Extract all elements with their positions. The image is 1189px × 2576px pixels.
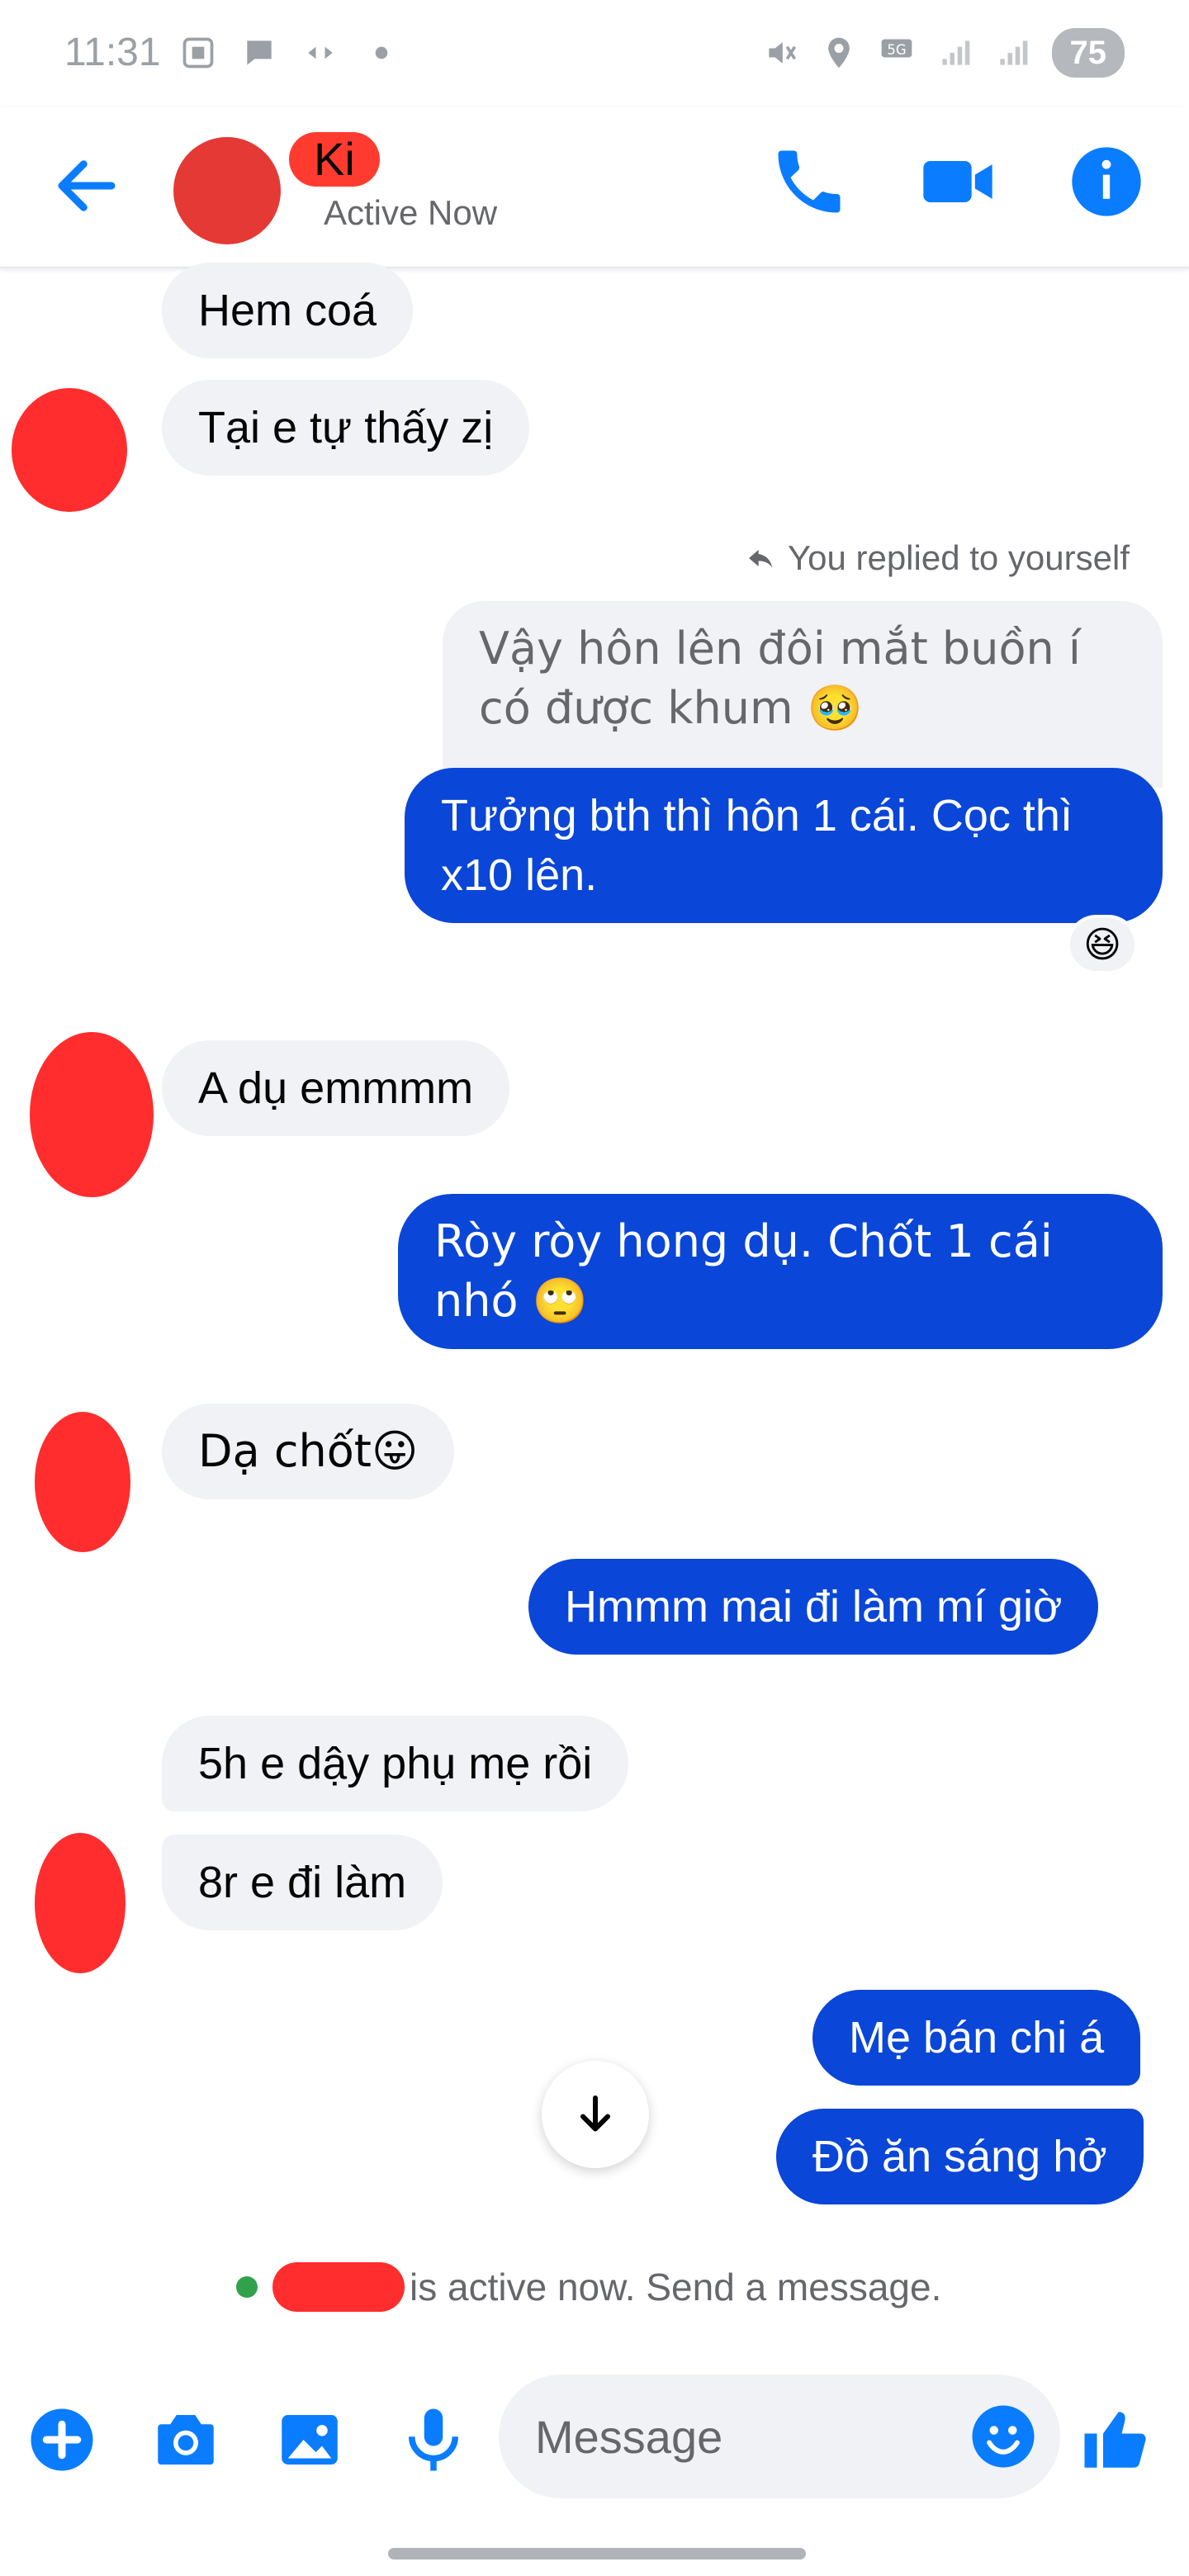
incoming-message[interactable]: Hem coá — [162, 263, 414, 358]
info-icon[interactable] — [1065, 140, 1148, 223]
status-right-icons: 5G 75 — [763, 28, 1125, 78]
location-icon — [827, 37, 850, 69]
status-bar: 11:31 5G 75 — [0, 0, 1189, 107]
active-status: Active Now — [324, 193, 498, 232]
reply-note-text: You replied to yourself — [787, 538, 1130, 577]
camera-icon[interactable] — [149, 2403, 223, 2477]
emoji-picker-icon[interactable] — [966, 2399, 1040, 2474]
battery-indicator: 75 — [1051, 28, 1125, 78]
contact-avatar-small[interactable] — [35, 1412, 130, 1552]
5g-icon: 5G — [881, 39, 912, 58]
outgoing-message-text: Tưởng bth thì hôn 1 cái. Cọc thì x10 lên… — [441, 791, 1073, 900]
signal-2-icon — [999, 40, 1027, 65]
redacted-name — [272, 2262, 405, 2312]
outgoing-message[interactable]: Mẹ bán chi á — [812, 1990, 1141, 2086]
contact-avatar-small[interactable] — [12, 388, 127, 512]
add-icon[interactable] — [25, 2403, 99, 2477]
chat-header: Ki Active Now — [0, 107, 1189, 268]
svg-text:5G: 5G — [887, 42, 906, 58]
back-arrow-icon[interactable] — [50, 149, 124, 223]
scroll-to-bottom-button[interactable] — [542, 2061, 649, 2168]
contact-avatar-small[interactable] — [35, 1833, 126, 1973]
active-now-notice: is active now. Send a message. — [236, 2262, 941, 2312]
arrow-down-icon — [580, 2095, 610, 2132]
quoted-message[interactable]: Vậy hôn lên đôi mắt buồn í có được khum … — [443, 601, 1163, 788]
reply-icon — [748, 550, 773, 568]
outgoing-message[interactable]: Hmmm mai đi làm mí giờ — [528, 1559, 1099, 1655]
online-dot — [236, 2276, 258, 2298]
outgoing-message[interactable]: Ròy ròy hong dụ. Chốt 1 cái nhó 🙄 — [398, 1194, 1163, 1349]
phone-call-icon[interactable] — [768, 140, 850, 223]
status-time: 11:31 — [64, 31, 161, 74]
incoming-message[interactable]: A dụ emmmm — [162, 1040, 510, 1136]
contact-avatar[interactable] — [173, 137, 281, 244]
active-now-text: is active now. Send a message. — [410, 2266, 942, 2308]
incoming-message[interactable]: Tại e tự thấy zị — [162, 380, 530, 476]
message-reaction[interactable]: 😆 — [1067, 915, 1138, 974]
contact-avatar-small[interactable] — [30, 1032, 154, 1197]
home-indicator[interactable] — [388, 2548, 806, 2559]
incoming-message[interactable]: Dạ chốt😛 — [162, 1404, 455, 1499]
quoted-message-text: Vậy hôn lên đôi mắt buồn í có được khum … — [479, 623, 1081, 734]
outgoing-message[interactable]: Tưởng bth thì hôn 1 cái. Cọc thì x10 lên… — [405, 768, 1163, 923]
screenshot-icon — [182, 37, 214, 69]
like-thumbs-up-icon[interactable] — [1078, 2403, 1153, 2477]
signal-icon — [941, 40, 969, 65]
reply-note: You replied to yourself — [745, 538, 1130, 578]
contact-name[interactable]: Ki — [289, 132, 380, 187]
dot-icon — [375, 46, 388, 59]
gallery-icon[interactable] — [272, 2403, 347, 2477]
outgoing-message[interactable]: Đồ ăn sáng hở — [776, 2109, 1144, 2204]
status-left-icons — [180, 35, 400, 71]
sync-arrows-icon — [308, 46, 333, 59]
incoming-message[interactable]: 5h e dậy phụ mẹ rồi — [162, 1716, 629, 1811]
video-call-icon[interactable] — [917, 140, 999, 223]
incoming-message[interactable]: 8r e đi làm — [162, 1835, 443, 1930]
microphone-icon[interactable] — [396, 2403, 471, 2477]
outgoing-message-text: Ròy ròy hong dụ. Chốt 1 cái nhó 🙄 — [434, 1215, 1053, 1327]
chat-bubble-icon — [247, 40, 272, 65]
mute-icon — [768, 42, 796, 64]
